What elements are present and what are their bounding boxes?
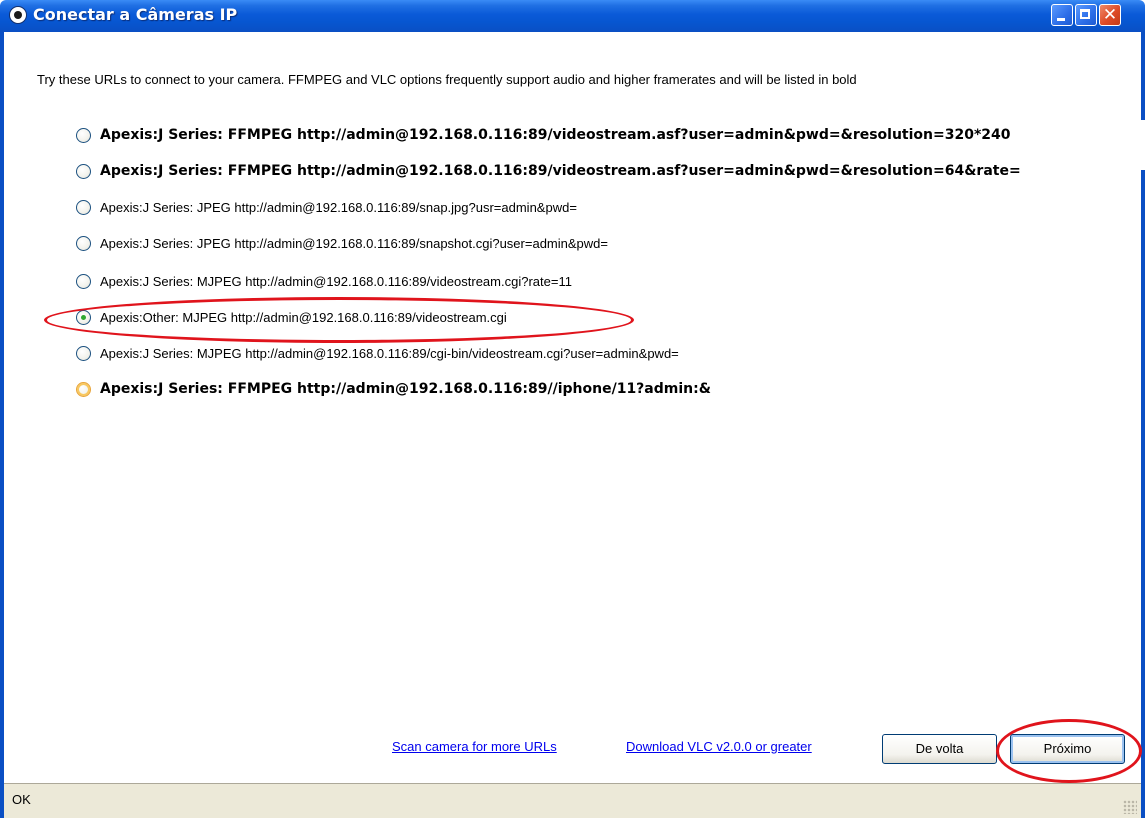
url-option-label: Apexis:J Series: FFMPEG http://admin@192… — [100, 127, 1011, 143]
intro-text: Try these URLs to connect to your camera… — [37, 72, 857, 87]
window-title: Conectar a Câmeras IP — [33, 5, 238, 24]
next-button[interactable]: Próximo — [1010, 734, 1125, 764]
window-frame-left — [0, 32, 4, 818]
app-eye-icon[interactable] — [9, 6, 27, 24]
url-option[interactable]: Apexis:J Series: FFMPEG http://admin@192… — [76, 378, 711, 400]
close-icon: ✕ — [1102, 5, 1118, 25]
url-option[interactable]: Apexis:J Series: MJPEG http://admin@192.… — [76, 342, 679, 364]
url-option-label: Apexis:J Series: JPEG http://admin@192.1… — [100, 199, 577, 215]
url-option[interactable]: Apexis:J Series: FFMPEG http://admin@192… — [76, 124, 1011, 146]
url-option[interactable]: Apexis:J Series: FFMPEG http://admin@192… — [76, 160, 1021, 182]
radio-button[interactable] — [76, 381, 91, 397]
url-option[interactable]: Apexis:J Series: MJPEG http://admin@192.… — [76, 270, 572, 292]
resize-grip-icon[interactable] — [1123, 800, 1137, 814]
radio-button-checked[interactable] — [76, 309, 91, 325]
url-option-label: Apexis:J Series: MJPEG http://admin@192.… — [100, 345, 679, 361]
radio-button[interactable] — [76, 273, 91, 289]
close-button[interactable]: ✕ — [1099, 4, 1121, 26]
clip-mask — [1103, 120, 1145, 170]
url-option-label: Apexis:J Series: FFMPEG http://admin@192… — [100, 381, 711, 397]
download-vlc-link[interactable]: Download VLC v2.0.0 or greater — [626, 739, 812, 754]
radio-button[interactable] — [76, 345, 91, 361]
url-option-selected[interactable]: Apexis:Other: MJPEG http://admin@192.168… — [76, 306, 507, 328]
status-bar: OK — [4, 783, 1141, 818]
back-button[interactable]: De volta — [882, 734, 997, 764]
url-option-label: Apexis:J Series: JPEG http://admin@192.1… — [100, 235, 608, 251]
scan-camera-link[interactable]: Scan camera for more URLs — [392, 739, 557, 754]
url-option-label: Apexis:J Series: MJPEG http://admin@192.… — [100, 273, 572, 289]
status-text: OK — [12, 792, 31, 807]
url-option[interactable]: Apexis:J Series: JPEG http://admin@192.1… — [76, 232, 608, 254]
url-option[interactable]: Apexis:J Series: JPEG http://admin@192.1… — [76, 196, 577, 218]
minimize-button[interactable] — [1051, 4, 1073, 26]
radio-button[interactable] — [76, 235, 91, 251]
radio-button[interactable] — [76, 163, 91, 179]
title-bar[interactable]: Conectar a Câmeras IP ✕ — [0, 0, 1145, 32]
radio-button[interactable] — [76, 127, 91, 143]
maximize-button[interactable] — [1075, 4, 1097, 26]
url-option-label: Apexis:J Series: FFMPEG http://admin@192… — [100, 163, 1021, 179]
radio-button[interactable] — [76, 199, 91, 215]
url-option-label: Apexis:Other: MJPEG http://admin@192.168… — [100, 309, 507, 325]
